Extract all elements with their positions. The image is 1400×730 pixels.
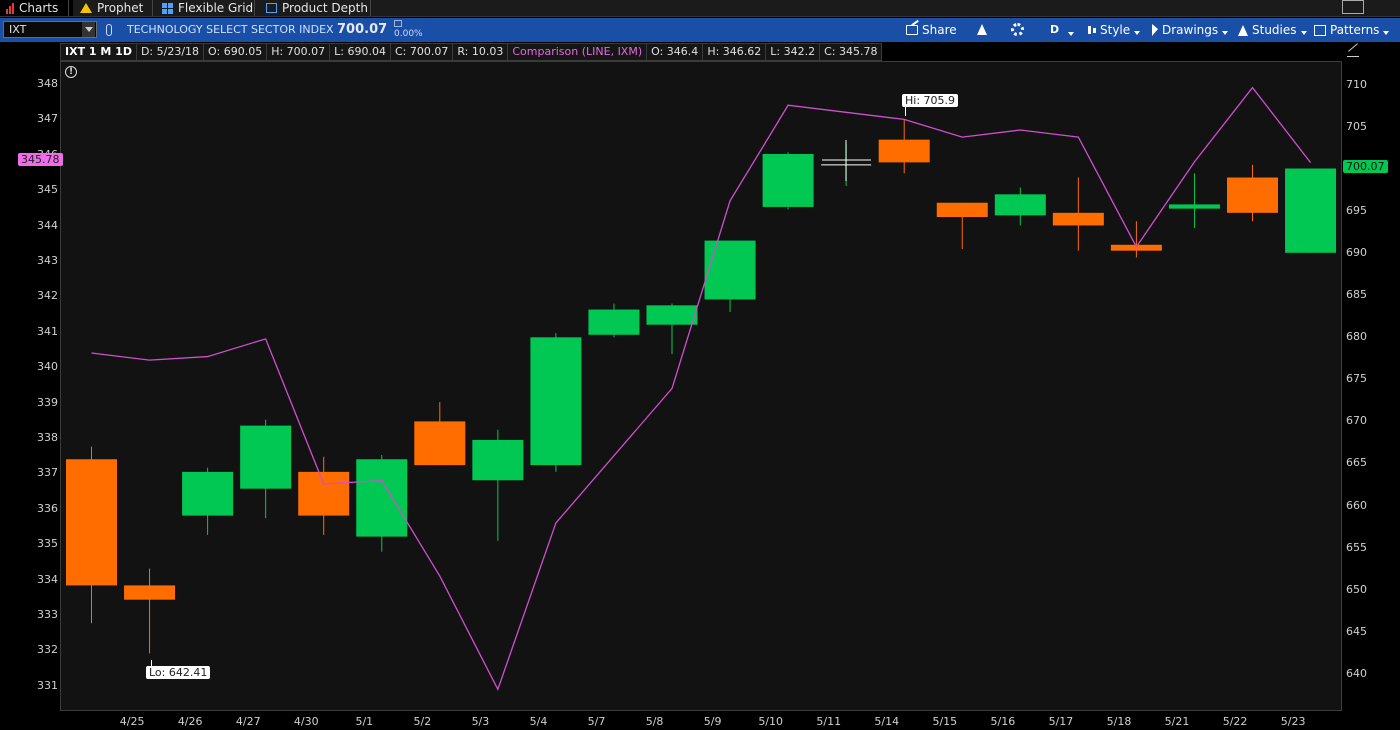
- x-axis-tick: 4/25: [119, 715, 145, 728]
- right-axis-tick: 640: [1346, 666, 1367, 680]
- candle-body: [1052, 212, 1104, 226]
- candle-body: [298, 471, 350, 516]
- x-axis-tick: 5/11: [816, 715, 842, 728]
- left-axis-tick: 345: [37, 183, 58, 197]
- candle-body: [472, 439, 524, 481]
- x-axis-tick: 5/7: [587, 715, 606, 728]
- right-axis-tick: 675: [1346, 372, 1367, 386]
- x-axis-tick: 5/17: [1048, 715, 1074, 728]
- left-axis-tick: 339: [37, 395, 58, 409]
- high-label: Hi: 705.9: [902, 94, 959, 107]
- candle-body: [704, 240, 756, 300]
- x-axis-tick: 4/26: [177, 715, 203, 728]
- candle-body: [762, 153, 814, 207]
- left-axis-tick: 336: [37, 501, 58, 515]
- left-axis-tick: 331: [37, 678, 58, 692]
- left-axis-tick: 335: [37, 537, 58, 551]
- right-axis-tick: 690: [1346, 246, 1367, 260]
- x-axis-tick: 5/15: [932, 715, 958, 728]
- comparison-last-tag: 345.78: [18, 153, 63, 166]
- right-axis-tick: 705: [1346, 120, 1367, 134]
- crosshair-cursor-icon: [822, 140, 871, 181]
- left-axis-tick: 338: [37, 431, 58, 444]
- candle-body: [240, 425, 292, 489]
- left-axis-tick: 347: [37, 112, 58, 126]
- chart-canvas: [66, 86, 1337, 691]
- x-axis-tick: 5/23: [1280, 715, 1306, 728]
- left-axis-tick: 334: [37, 572, 58, 586]
- left-axis-tick: 348: [37, 77, 58, 90]
- right-axis-tick: 710: [1346, 78, 1367, 91]
- x-axis-tick: 5/22: [1222, 715, 1248, 728]
- left-axis-tick: 343: [37, 254, 58, 267]
- candle-body: [646, 305, 698, 325]
- left-axis-tick: 333: [37, 608, 58, 621]
- high-label-pointer: [905, 107, 906, 116]
- left-axis-tick: 340: [37, 360, 58, 374]
- right-axis-tick: 670: [1346, 414, 1367, 428]
- x-axis-tick: 5/1: [355, 715, 374, 728]
- x-axis-tick: 5/14: [874, 715, 900, 728]
- candle-body: [1168, 204, 1220, 209]
- candle-body: [530, 337, 582, 466]
- candle-body: [878, 139, 930, 163]
- candle-body: [182, 471, 234, 516]
- right-axis-tick: 650: [1346, 582, 1367, 596]
- left-axis-tick: 342: [37, 289, 58, 303]
- right-axis-tick: 680: [1346, 330, 1367, 344]
- left-axis-tick: 337: [37, 466, 58, 480]
- x-axis-tick: 5/18: [1106, 715, 1132, 728]
- candle-body: [1227, 177, 1278, 213]
- x-axis-tick: 5/4: [529, 715, 548, 728]
- candle-body: [66, 459, 117, 586]
- candle-body: [994, 194, 1046, 216]
- x-axis-tick: 5/8: [645, 715, 664, 728]
- low-label-pointer: [151, 660, 152, 667]
- right-axis-tick: 645: [1346, 624, 1367, 638]
- right-axis-tick: 655: [1346, 540, 1367, 554]
- x-axis-tick: 4/30: [293, 715, 319, 728]
- price-last-tag: 700.07: [1343, 160, 1388, 173]
- candle-body: [356, 459, 408, 537]
- low-label: Lo: 642.41: [146, 666, 211, 679]
- x-axis-tick: 4/27: [235, 715, 261, 728]
- candle-body: [588, 309, 640, 335]
- x-axis-tick: 5/10: [758, 715, 784, 728]
- x-axis-tick: 5/3: [471, 715, 490, 728]
- x-axis-tick: 5/16: [990, 715, 1016, 728]
- right-axis-tick: 660: [1346, 498, 1367, 512]
- right-axis-tick: 685: [1346, 288, 1367, 302]
- left-axis-tick: 344: [37, 218, 58, 232]
- left-axis-tick: 341: [37, 324, 58, 338]
- right-axis-tick: 665: [1346, 456, 1367, 470]
- candle-body: [1285, 168, 1337, 253]
- left-axis-tick: 332: [37, 643, 58, 657]
- right-axis-tick: 695: [1346, 204, 1367, 218]
- candle-body: [936, 202, 988, 218]
- candle-body: [414, 421, 466, 466]
- x-axis-tick: 5/21: [1164, 715, 1190, 728]
- x-axis-tick: 5/9: [703, 715, 722, 728]
- candlestick-series: [66, 119, 1337, 654]
- comparison-line: [91, 86, 1312, 691]
- x-axis-tick: 5/2: [413, 715, 432, 728]
- candle-body: [124, 585, 176, 600]
